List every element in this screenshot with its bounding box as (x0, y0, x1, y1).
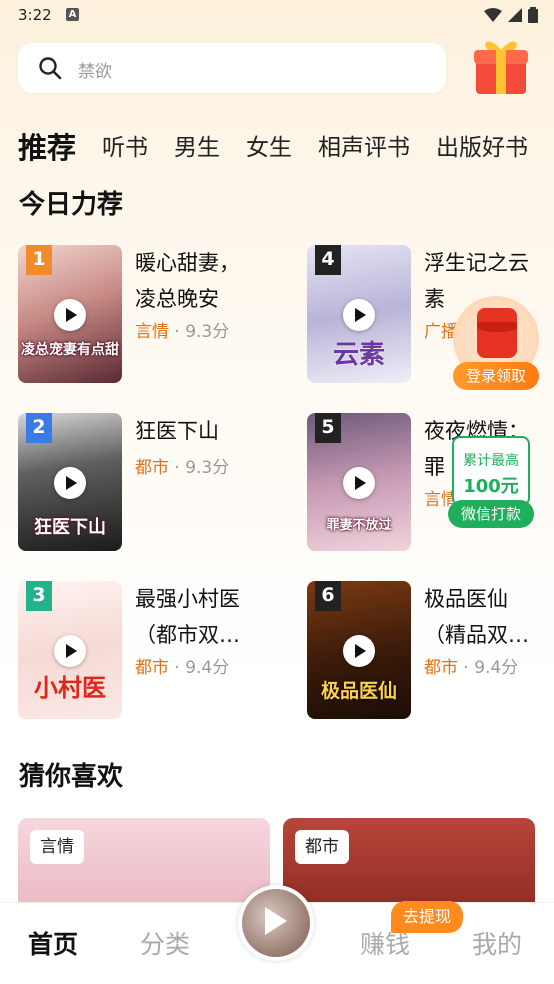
category-tabs: 推荐 听书 男生 女生 相声评书 出版好书 (18, 124, 554, 168)
status-bar: 3:22 A (0, 0, 554, 32)
book-meta: 都市 · 9.3分 (135, 458, 230, 478)
rank-badge: 2 (26, 413, 52, 443)
search-input[interactable]: 禁欲 (18, 43, 446, 93)
book-title: 狂医下山 (135, 419, 219, 443)
book-title: 极品医仙 （精品双… (424, 587, 529, 647)
book-cover[interactable]: 2 狂医下山 (18, 413, 122, 551)
book-cover[interactable]: 1 凌总宠妻有点甜 (18, 245, 122, 383)
book-title: 最强小村医 （都市双… (135, 587, 240, 647)
gift-icon[interactable] (470, 34, 532, 98)
book-cover[interactable]: 4 云素 (307, 245, 411, 383)
login-claim-button[interactable]: 登录领取 (453, 362, 539, 390)
tab-female[interactable]: 女生 (246, 128, 292, 168)
rank-badge: 5 (315, 413, 341, 443)
play-icon[interactable] (54, 299, 86, 331)
book-item-6[interactable]: 6 极品医仙 极品医仙 （精品双… 都市 · 9.4分 (307, 581, 554, 721)
nav-category[interactable]: 分类 (140, 925, 190, 961)
cover-title: 云素 (332, 340, 385, 370)
tab-male[interactable]: 男生 (174, 128, 220, 168)
payout-amount: 100元 (463, 476, 519, 497)
play-icon[interactable] (343, 299, 375, 331)
book-cover[interactable]: 5 罪妻不放过 (307, 413, 411, 551)
book-meta: 都市 · 9.4分 (424, 658, 519, 678)
cover-title: 罪妻不放过 (326, 518, 392, 533)
search-placeholder: 禁欲 (78, 62, 112, 82)
play-icon[interactable] (343, 467, 375, 499)
cover-title: 凌总宠妻有点甜 (21, 342, 119, 358)
book-item-3[interactable]: 3 小村医 最强小村医 （都市双… 都市 · 9.4分 (18, 581, 278, 721)
book-title: 暖心甜妻， 凌总晚安 (135, 251, 240, 311)
book-cover[interactable]: 3 小村医 (18, 581, 122, 719)
rank-badge: 3 (26, 581, 52, 611)
genre-tag: 都市 (295, 830, 349, 864)
play-icon[interactable] (343, 635, 375, 667)
genre-tag: 言情 (30, 830, 84, 864)
tab-recommend[interactable]: 推荐 (18, 128, 76, 168)
red-envelope-icon (477, 308, 517, 358)
tab-crosstalk[interactable]: 相声评书 (318, 128, 410, 168)
rank-badge: 1 (26, 245, 52, 275)
play-icon[interactable] (54, 635, 86, 667)
notification-icon: A (66, 8, 79, 21)
wechat-payout-button[interactable]: 微信打款 (448, 500, 534, 528)
book-cover[interactable]: 6 极品医仙 (307, 581, 411, 719)
nav-home[interactable]: 首页 (28, 925, 78, 961)
cover-title: 极品医仙 (320, 680, 397, 702)
play-icon (265, 907, 287, 935)
red-packet-float[interactable]: 登录领取 (453, 296, 539, 390)
status-time: 3:22 (18, 6, 52, 24)
signal-icon (508, 8, 522, 22)
bottom-nav: 首页 分类 赚钱 去提现 我的 (0, 885, 554, 984)
cover-title: 小村医 (34, 674, 106, 702)
wifi-icon (484, 8, 502, 22)
search-icon (39, 57, 62, 80)
cover-title: 狂医下山 (34, 517, 106, 538)
status-icons (484, 7, 538, 23)
book-item-1[interactable]: 1 凌总宠妻有点甜 暖心甜妻， 凌总晚安 言情 · 9.3分 (18, 245, 278, 385)
wechat-payout-box: 累计最高 100元 (452, 436, 530, 506)
book-item-2[interactable]: 2 狂医下山 狂医下山 都市 · 9.3分 (18, 413, 278, 553)
section-title-guess: 猜你喜欢 (19, 762, 124, 792)
battery-icon (528, 7, 538, 23)
withdraw-badge[interactable]: 去提现 (391, 901, 464, 933)
rank-badge: 4 (315, 245, 341, 275)
rank-badge: 6 (315, 581, 341, 611)
player-button[interactable] (238, 885, 314, 961)
tab-audiobook[interactable]: 听书 (102, 128, 148, 168)
payout-caption: 累计最高 (463, 453, 519, 469)
book-meta: 言情 · 9.3分 (135, 322, 230, 342)
book-meta: 都市 · 9.4分 (135, 658, 230, 678)
nav-mine[interactable]: 我的 (472, 925, 522, 961)
tab-published[interactable]: 出版好书 (436, 128, 528, 168)
play-icon[interactable] (54, 467, 86, 499)
section-title-today: 今日力荐 (19, 190, 124, 220)
wechat-payout-card[interactable]: 累计最高 100元 微信打款 (448, 436, 534, 528)
